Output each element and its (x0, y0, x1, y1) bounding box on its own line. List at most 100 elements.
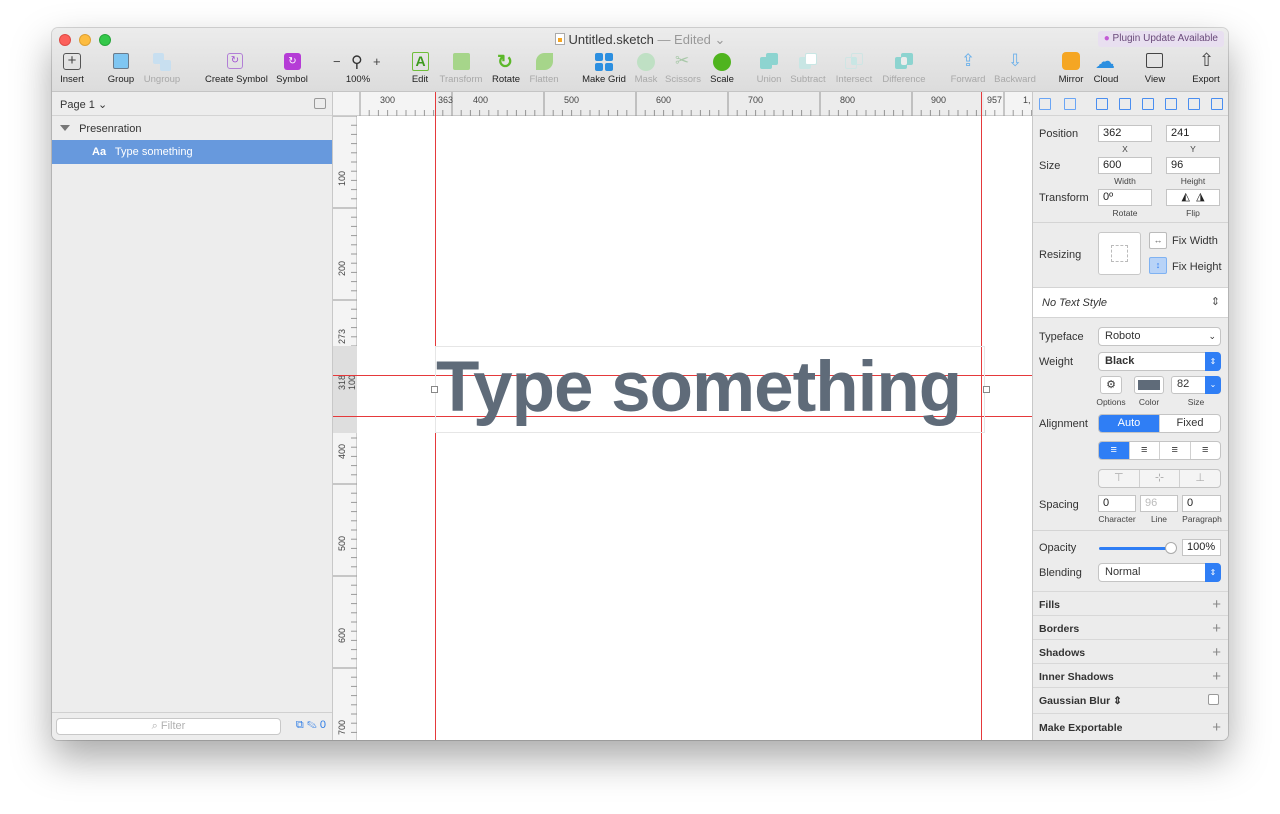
canvas[interactable]: 300 363 400 500 600 700 800 900 957 1, 1… (333, 92, 1032, 740)
align-right-icon[interactable] (1142, 98, 1154, 110)
make-exportable-section[interactable]: Make Exportable + (1033, 713, 1228, 740)
inner-shadows-section[interactable]: Inner Shadows + (1033, 663, 1228, 687)
y-field[interactable]: 241 (1166, 125, 1220, 142)
font-size-field[interactable]: 82 ⌄ (1171, 376, 1221, 394)
toolbar-zoom-button[interactable]: − ⚲ + 100% (328, 52, 388, 85)
toolbar-label: 100% (345, 74, 371, 85)
add-icon[interactable]: + (1212, 596, 1221, 613)
toolbar-create-symbol-button[interactable]: ↻ Create Symbol (205, 52, 268, 85)
page-selector[interactable]: Page 1 ⌄ (52, 92, 332, 116)
text-align-left-icon[interactable]: ≡ (1099, 442, 1130, 459)
x-sublabel: X (1122, 144, 1128, 154)
vertical-align-bottom-icon[interactable]: ⊥ (1180, 470, 1220, 487)
toolbar-difference-button[interactable]: Difference (874, 52, 934, 85)
shadows-section[interactable]: Shadows + (1033, 639, 1228, 663)
brush-icon[interactable]: ✎ (307, 719, 317, 731)
fills-section[interactable]: Fills + (1033, 591, 1228, 615)
add-icon[interactable]: + (1212, 668, 1221, 685)
add-icon[interactable]: + (1212, 620, 1221, 637)
fix-width-icon[interactable]: ↔ (1149, 232, 1167, 249)
fix-height-icon[interactable]: ↕ (1149, 257, 1167, 274)
blending-select[interactable]: Normal ⇕ (1098, 563, 1221, 582)
resize-handle-left[interactable] (431, 386, 438, 393)
transform-icon (450, 52, 472, 72)
line-spacing-field[interactable]: 96 (1140, 495, 1178, 512)
toolbar-symbol-button[interactable]: ↻ Symbol (262, 52, 322, 85)
character-spacing-field[interactable]: 0 (1098, 495, 1136, 512)
align-middle-icon[interactable] (1188, 98, 1200, 110)
ruler-label: 1, (1023, 95, 1031, 105)
stepper-chevron-icon: ⇕ (1205, 563, 1221, 582)
add-icon[interactable]: + (1212, 719, 1221, 736)
width-field[interactable]: 600 (1098, 157, 1152, 174)
document-title[interactable]: Untitled.sketch — Edited ⌄ (52, 32, 1228, 48)
vertical-ruler[interactable]: 100 200 273 318 100 400 500 600 700 (333, 116, 357, 740)
vertical-align-top-icon[interactable]: ⊤ (1099, 470, 1140, 487)
fix-height-label[interactable]: Fix Height (1172, 261, 1222, 273)
plugin-update-badge[interactable]: ● Plugin Update Available (1097, 31, 1224, 47)
collapse-pages-icon[interactable] (314, 98, 326, 109)
up-down-chevron-icon[interactable]: ⇕ (1113, 695, 1122, 707)
layer-item-type-something[interactable]: Aa Type something (52, 140, 332, 164)
flip-horizontal-icon[interactable]: ◭ (1181, 191, 1189, 203)
filter-input[interactable]: ⌕ Filter (56, 718, 281, 735)
toolbar-backward-button[interactable]: ⇩ Backward (985, 51, 1045, 85)
filter-options[interactable]: ⧉ ✎ 0 (296, 719, 326, 732)
text-align-center-icon[interactable]: ≡ (1130, 442, 1160, 459)
add-icon[interactable]: + (1212, 644, 1221, 661)
text-align-right-icon[interactable]: ≡ (1160, 442, 1191, 459)
divider (1033, 222, 1228, 223)
borders-section[interactable]: Borders + (1033, 615, 1228, 639)
align-top-icon[interactable] (1165, 98, 1177, 110)
ungroup-icon (151, 52, 173, 72)
opacity-field[interactable]: 100% (1182, 539, 1221, 556)
toolbar-flatten-button[interactable]: Flatten (514, 52, 574, 85)
rotate-field[interactable]: 0º (1098, 189, 1152, 206)
resize-handle-right[interactable] (983, 386, 990, 393)
copy-icon[interactable]: ⧉ (296, 719, 304, 731)
canvas-text-layer[interactable]: Type something (435, 346, 985, 433)
height-field[interactable]: 96 (1166, 157, 1220, 174)
ruler-label: 700 (748, 95, 764, 105)
weight-select[interactable]: Black ⇕ (1098, 352, 1221, 371)
text-align-justify-icon[interactable]: ≡ (1191, 442, 1221, 459)
paragraph-sublabel: Paragraph (1182, 514, 1222, 524)
titlebar: Untitled.sketch — Edited ⌄ ● Plugin Upda… (52, 28, 1228, 92)
paragraph-spacing-field[interactable]: 0 (1182, 495, 1221, 512)
fix-width-label[interactable]: Fix Width (1172, 235, 1218, 247)
flip-sublabel: Flip (1186, 208, 1200, 218)
toolbar-export-button[interactable]: ⇧ Export (1176, 50, 1228, 85)
opacity-slider[interactable] (1099, 542, 1177, 554)
resizing-constraints-widget[interactable] (1098, 232, 1141, 275)
gaussian-blur-section[interactable]: Gaussian Blur ⇕ (1033, 687, 1228, 711)
flip-buttons[interactable]: ◭ ◮ (1166, 189, 1220, 206)
vertical-align-middle-icon[interactable]: ⊹ (1140, 470, 1181, 487)
align-left-icon[interactable] (1096, 98, 1108, 110)
ruler-label: 600 (656, 95, 672, 105)
toolbar-label: Subtract (790, 74, 826, 85)
layer-group-presenration[interactable]: Presenration (52, 116, 332, 140)
intersect-icon (843, 52, 865, 72)
opacity-slider-knob[interactable] (1165, 542, 1177, 554)
toolbar-label: Scale (710, 74, 734, 85)
align-center-icon[interactable] (1119, 98, 1131, 110)
fixed-button[interactable]: Fixed (1160, 415, 1220, 432)
flip-vertical-icon[interactable]: ◮ (1196, 191, 1204, 203)
text-options-button[interactable]: ⚙ (1100, 376, 1122, 394)
text-align-segment: ≡ ≡ ≡ ≡ (1098, 441, 1221, 460)
disclosure-triangle-icon[interactable] (60, 125, 70, 131)
auto-button[interactable]: Auto (1099, 415, 1160, 432)
text-style-selector[interactable]: No Text Style ⇕ (1033, 288, 1228, 318)
align-bottom-icon[interactable] (1211, 98, 1223, 110)
text-color-swatch[interactable] (1134, 376, 1164, 394)
chevron-down-icon[interactable]: ⌄ (1205, 376, 1221, 394)
typeface-select[interactable]: Roboto ⌄ (1098, 327, 1221, 346)
blur-checkbox[interactable] (1208, 694, 1219, 705)
x-field[interactable]: 362 (1098, 125, 1152, 142)
distribute-vertical-icon[interactable] (1064, 98, 1076, 110)
toolbar-label: Create Symbol (205, 74, 268, 85)
horizontal-ruler[interactable]: 300 363 400 500 600 700 800 900 957 1, (333, 92, 1032, 116)
ruler-label: 700 (337, 719, 347, 735)
toolbar-ungroup-button[interactable]: Ungroup (132, 52, 192, 85)
distribute-horizontal-icon[interactable] (1039, 98, 1051, 110)
